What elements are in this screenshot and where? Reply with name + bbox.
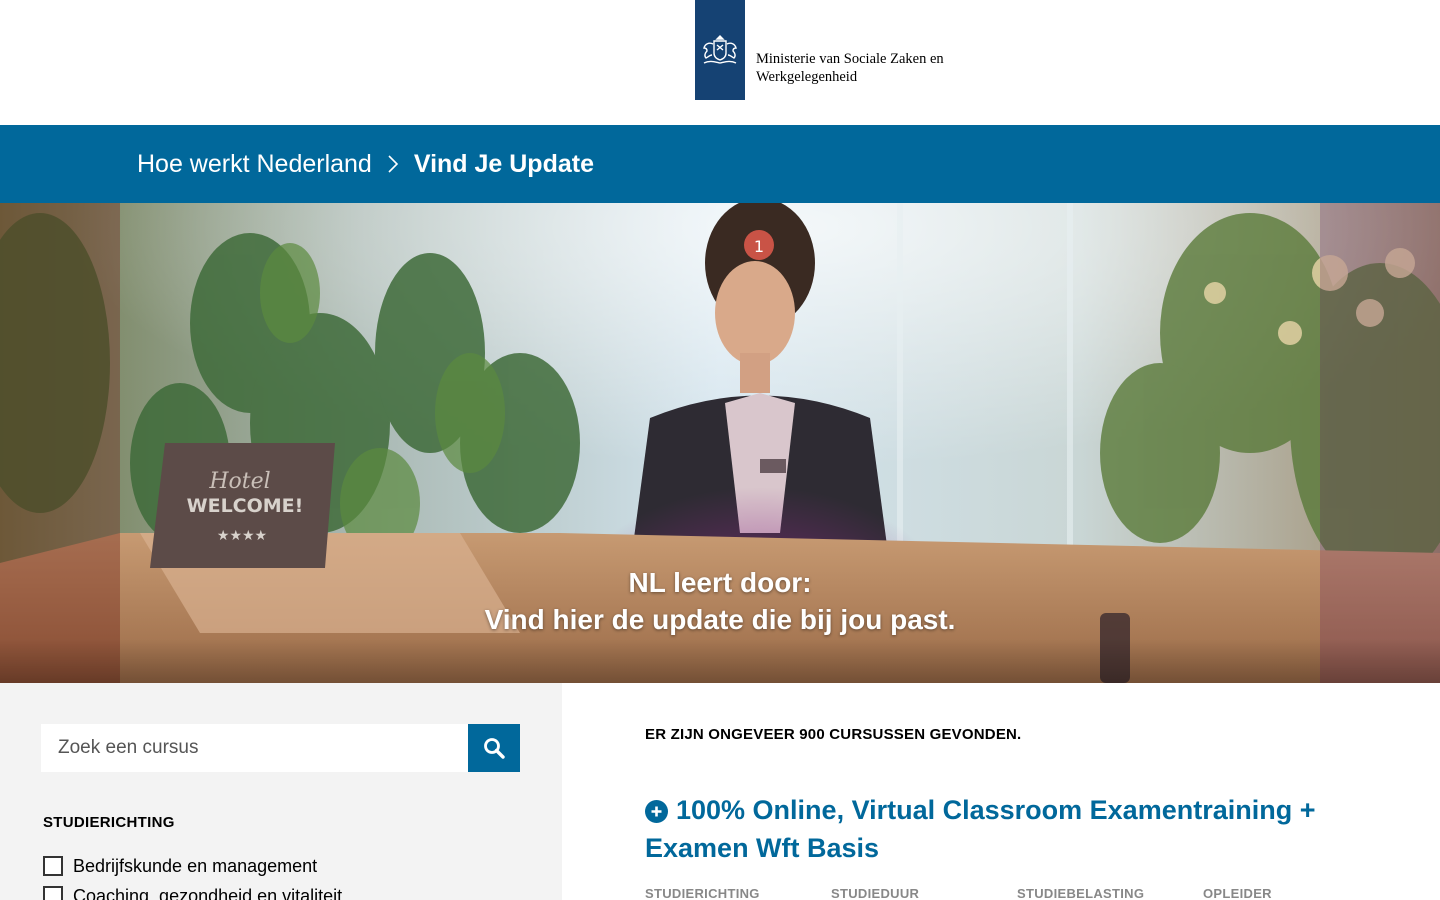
ministry-name[interactable]: Ministerie van Sociale Zaken en Werkgele…: [756, 50, 976, 86]
desk-sign-line1: Hotel: [208, 469, 270, 494]
coat-of-arms-icon: [703, 35, 737, 64]
meta-header-studierichting: STUDIERICHTING: [645, 886, 760, 900]
result-count: ER ZIJN ONGEVEER 900 CURSUSSEN GEVONDEN.: [645, 726, 1022, 743]
filter-sidebar: STUDIERICHTING Bedrijfskunde en manageme…: [0, 683, 562, 900]
search-input[interactable]: [41, 724, 468, 772]
breadcrumb-home-link[interactable]: Hoe werkt Nederland: [137, 150, 372, 179]
hero-title-line1: NL leert door:: [628, 567, 812, 598]
meta-header-studieduur: STUDIEDUUR: [831, 886, 920, 900]
chevron-right-icon: [384, 154, 402, 174]
meta-header-studiebelasting: STUDIEBELASTING: [1017, 886, 1145, 900]
checkbox[interactable]: [43, 856, 63, 876]
checkbox[interactable]: [43, 886, 63, 900]
facet-title-studierichting: STUDIERICHTING: [43, 814, 175, 831]
breadcrumb-current: Vind Je Update: [413, 149, 594, 178]
site-header: Ministerie van Sociale Zaken en Werkgele…: [0, 0, 1440, 125]
plus-circle-icon[interactable]: [645, 800, 668, 823]
facet-list: Bedrijfskunde en management Coaching, ge…: [43, 851, 342, 900]
notification-badge-count: 1: [754, 237, 764, 256]
result-meta-headers: STUDIERICHTING STUDIEDUUR STUDIEBELASTIN…: [645, 886, 1389, 900]
meta-header-opleider: OPLEIDER: [1203, 886, 1272, 900]
search-icon: [484, 738, 505, 759]
facet-label: Coaching, gezondheid en vitaliteit: [73, 885, 343, 900]
desk-sign-line2: WELCOME!: [187, 495, 304, 517]
ministry-name-line1: Ministerie van Sociale Zaken en: [756, 51, 944, 67]
hero-title: NL leert door: Vind hier de update die b…: [0, 564, 1440, 638]
hero-title-line2: Vind hier de update die bij jou past.: [484, 604, 956, 635]
result-title-text: 100% Online, Virtual Classroom Examentra…: [645, 795, 1316, 863]
breadcrumb-bar: Hoe werkt Nederland Vind Je Update: [0, 125, 1440, 203]
hero-banner: Hotel WELCOME! ★★★★ 1 NL leert door: Vin…: [0, 203, 1440, 683]
government-logo[interactable]: [695, 0, 745, 100]
result-title-link[interactable]: 100% Online, Virtual Classroom Examentra…: [645, 791, 1325, 867]
facet-label: Bedrijfskunde en management: [73, 855, 318, 876]
ministry-name-line2: Werkgelegenheid: [756, 69, 858, 85]
facet-option[interactable]: Coaching, gezondheid en vitaliteit: [43, 881, 342, 900]
facet-option[interactable]: Bedrijfskunde en management: [43, 851, 342, 881]
desk-sign-stars: ★★★★: [217, 528, 267, 544]
results-panel: ER ZIJN ONGEVEER 900 CURSUSSEN GEVONDEN.…: [562, 683, 1440, 900]
search-button[interactable]: [468, 724, 520, 772]
breadcrumb: Hoe werkt Nederland Vind Je Update: [137, 125, 594, 203]
